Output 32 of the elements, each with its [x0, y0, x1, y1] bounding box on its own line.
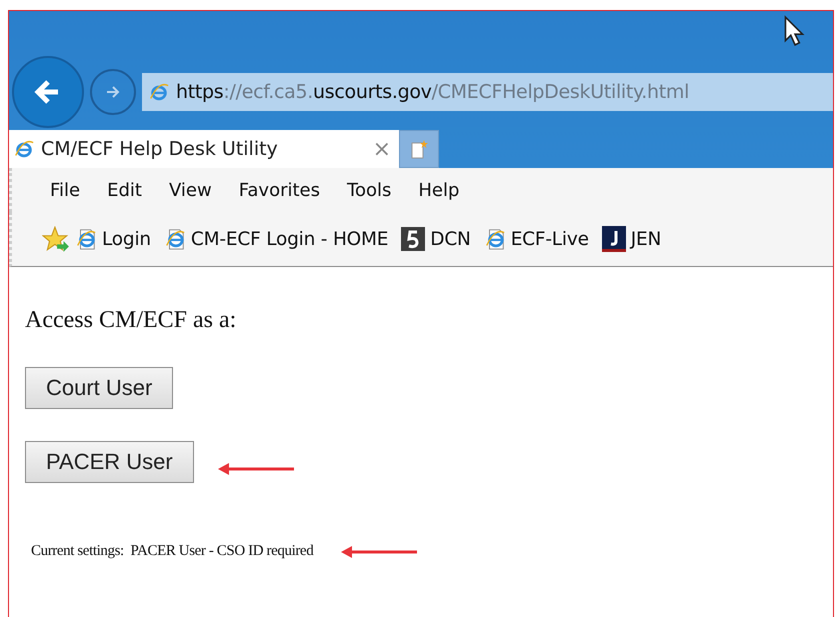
menu-item[interactable]: Favorites — [238, 180, 320, 200]
menu-item[interactable]: Tools — [347, 180, 392, 200]
current-settings-text: Current settings: PACER User - CSO ID required — [31, 543, 314, 560]
site-icon — [602, 226, 626, 252]
user-type-button[interactable]: PACER User — [25, 441, 194, 483]
browser-icon — [13, 138, 35, 160]
tab-title: CM/ECF Help Desk Utility — [41, 138, 279, 160]
user-type-button[interactable]: Court User — [25, 367, 174, 409]
new-tab-icon — [409, 138, 429, 160]
favorites-star-icon[interactable] — [42, 226, 70, 252]
favorite-link[interactable]: DCN — [430, 228, 471, 250]
page-icon — [164, 228, 186, 250]
favorite-link[interactable]: CM-ECF Login - HOME — [190, 228, 388, 250]
page-icon — [484, 228, 506, 250]
mouse-pointer-icon — [783, 15, 805, 47]
page-heading: Access CM/ECF as a: — [25, 307, 238, 334]
favorite-link[interactable]: ECF-Live — [510, 228, 589, 250]
address-bar[interactable]: https://ecf.ca5.uscourts.gov/CMECFHelpDeskUtility.html — [142, 73, 833, 111]
new-tab-button[interactable] — [399, 130, 439, 168]
favorite-link[interactable]: Login — [102, 228, 151, 250]
page-icon — [75, 228, 97, 250]
close-tab-button[interactable]: × — [372, 136, 391, 162]
menu-item[interactable]: Edit — [107, 180, 142, 200]
favorite-link[interactable]: JEN — [630, 228, 662, 250]
url-text: https://ecf.ca5.uscourts.gov/CMECFHelpDeskUtility.html — [176, 81, 690, 103]
browser-icon — [148, 81, 170, 103]
forward-button[interactable] — [90, 69, 136, 115]
menu-item[interactable]: File — [50, 180, 80, 200]
menu-item[interactable]: Help — [418, 180, 460, 200]
site-icon — [401, 227, 426, 251]
browser-tab[interactable]: CM/ECF Help Desk Utility × — [9, 130, 399, 168]
menu-item[interactable]: View — [168, 180, 212, 200]
